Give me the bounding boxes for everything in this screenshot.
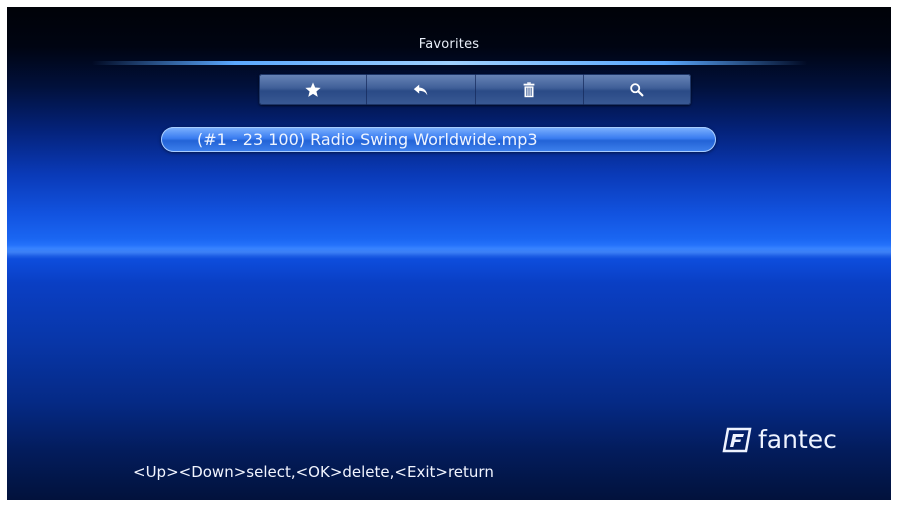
toolbar (259, 74, 691, 105)
trash-icon (523, 81, 535, 97)
page-title: Favorites (418, 37, 480, 52)
favorites-button[interactable] (259, 74, 368, 105)
fantec-logo: fantec (722, 425, 837, 454)
back-button[interactable] (367, 74, 476, 105)
star-icon (304, 81, 321, 97)
search-button[interactable] (584, 74, 691, 105)
tv-screen: Favorites (#1 - 23 100) Radio Swing Worl… (7, 7, 891, 500)
fantec-logo-mark (722, 427, 752, 452)
horizon-glow (7, 245, 891, 259)
logo-text: fantec (758, 425, 837, 454)
title-underline (92, 61, 807, 65)
delete-button[interactable] (476, 74, 584, 105)
search-icon (630, 82, 644, 96)
list-item-label: (#1 - 23 100) Radio Swing Worldwide.mp3 (197, 130, 538, 149)
list-item-selected[interactable]: (#1 - 23 100) Radio Swing Worldwide.mp3 (161, 127, 716, 152)
key-hint: <Up><Down>select,<OK>delete,<Exit>return (133, 463, 494, 481)
back-arrow-icon (413, 84, 428, 95)
